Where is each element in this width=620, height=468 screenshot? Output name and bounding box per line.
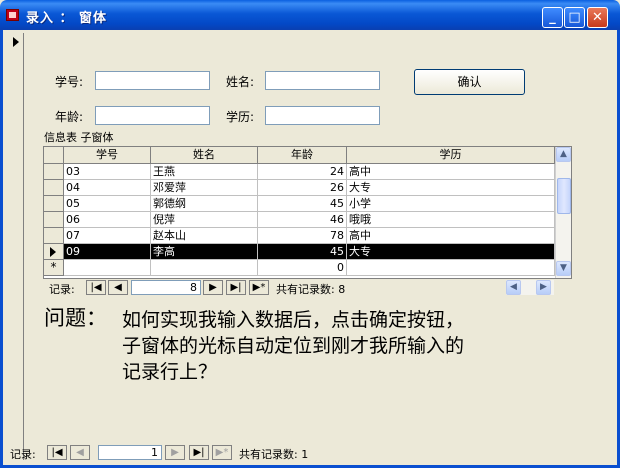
- main-previous-record-icon[interactable]: ◀: [70, 445, 90, 460]
- first-record-icon[interactable]: |◀: [86, 280, 106, 295]
- column-header-name[interactable]: 姓名: [151, 147, 258, 164]
- access-form-icon[interactable]: [6, 9, 19, 21]
- row-selector[interactable]: [44, 212, 64, 228]
- question-prefix: 问题：: [44, 306, 107, 330]
- record-selector[interactable]: [10, 33, 24, 460]
- scroll-up-icon[interactable]: ▲: [556, 147, 571, 162]
- cell-education[interactable]: 哦哦: [347, 212, 555, 228]
- new-cell-education[interactable]: [347, 260, 555, 276]
- name-label: 姓名:: [226, 75, 255, 89]
- question-body: 如何实现我输入数据后，点击确定按钮， 子窗体的光标自动定位到刚才我所输入的 记录…: [122, 307, 582, 385]
- confirm-button[interactable]: 确认: [414, 69, 525, 95]
- subform-record-number[interactable]: 8: [131, 280, 201, 295]
- subform-record-count: 共有记录数: 8: [276, 283, 346, 296]
- scroll-down-icon[interactable]: ▼: [556, 261, 571, 276]
- previous-record-icon[interactable]: ◀: [108, 280, 128, 295]
- column-header-age[interactable]: 年龄: [258, 147, 347, 164]
- row-selector[interactable]: [44, 164, 64, 180]
- cell-age[interactable]: 46: [258, 212, 347, 228]
- cell-age[interactable]: 26: [258, 180, 347, 196]
- cell-education[interactable]: 小学: [347, 196, 555, 212]
- cell-education[interactable]: 高中: [347, 164, 555, 180]
- main-new-record-icon[interactable]: ▶*: [212, 445, 232, 460]
- cell-name-selected[interactable]: 李高: [151, 244, 258, 260]
- student-id-label: 学号:: [55, 75, 84, 89]
- cell-id[interactable]: 06: [64, 212, 151, 228]
- current-record-arrow-icon: [13, 37, 19, 47]
- cell-id[interactable]: 03: [64, 164, 151, 180]
- cell-education[interactable]: 高中: [347, 228, 555, 244]
- next-record-icon[interactable]: ▶: [203, 280, 223, 295]
- main-last-record-icon[interactable]: ▶|: [189, 445, 209, 460]
- cell-id-selected[interactable]: 09: [64, 244, 151, 260]
- subform-label: 信息表 子窗体: [44, 131, 114, 144]
- cell-id[interactable]: 04: [64, 180, 151, 196]
- main-next-record-icon[interactable]: ▶: [165, 445, 185, 460]
- question-line: 如何实现我输入数据后，点击确定按钮，: [122, 309, 465, 331]
- subform-navigation-bar: 记录: |◀ ◀ 8 ▶ ▶| ▶* 共有记录数: 8 ◀ ▶: [43, 279, 572, 296]
- main-first-record-icon[interactable]: |◀: [47, 445, 67, 460]
- scroll-right-icon[interactable]: ▶: [536, 280, 551, 295]
- cell-age-selected[interactable]: 45: [258, 244, 347, 260]
- row-selector[interactable]: [44, 196, 64, 212]
- row-selector[interactable]: [44, 228, 64, 244]
- new-cell-id[interactable]: [64, 260, 151, 276]
- last-record-icon[interactable]: ▶|: [226, 280, 246, 295]
- cell-education-selected[interactable]: 大专: [347, 244, 555, 260]
- subform-horizontal-scrollbar[interactable]: ◀ ▶: [506, 280, 554, 295]
- cell-age[interactable]: 24: [258, 164, 347, 180]
- subform-vertical-scrollbar[interactable]: ▲ ▼: [555, 147, 571, 278]
- main-record-count: 共有记录数: 1: [239, 448, 309, 461]
- education-field[interactable]: [265, 106, 380, 125]
- cell-name[interactable]: 王燕: [151, 164, 258, 180]
- window-title: 录入 ： 窗体: [26, 11, 108, 26]
- minimize-button[interactable]: _: [542, 7, 563, 28]
- close-button[interactable]: ✕: [587, 7, 608, 28]
- cell-age[interactable]: 78: [258, 228, 347, 244]
- main-record-number[interactable]: 1: [98, 445, 162, 460]
- row-selector-current[interactable]: [44, 244, 64, 260]
- scroll-left-icon[interactable]: ◀: [506, 280, 521, 295]
- cell-name[interactable]: 倪萍: [151, 212, 258, 228]
- row-selector[interactable]: [44, 180, 64, 196]
- column-header-education[interactable]: 学历: [347, 147, 555, 164]
- new-cell-name[interactable]: [151, 260, 258, 276]
- cell-id[interactable]: 07: [64, 228, 151, 244]
- cell-education[interactable]: 大专: [347, 180, 555, 196]
- question-line: 子窗体的光标自动定位到刚才我所输入的: [122, 335, 465, 357]
- student-id-field[interactable]: [95, 71, 210, 90]
- header-corner: [44, 147, 64, 164]
- main-navigation-bar: 记录: |◀ ◀ 1 ▶ ▶| ▶* 共有记录数: 1: [6, 444, 326, 461]
- maximize-button[interactable]: □: [564, 7, 585, 28]
- cell-name[interactable]: 郭德纲: [151, 196, 258, 212]
- new-record-icon[interactable]: ▶*: [249, 280, 269, 295]
- current-row-arrow-icon: [50, 247, 56, 257]
- age-field[interactable]: [95, 106, 210, 125]
- cell-name[interactable]: 赵本山: [151, 228, 258, 244]
- cell-id[interactable]: 05: [64, 196, 151, 212]
- main-nav-label: 记录:: [10, 448, 36, 461]
- cell-age[interactable]: 45: [258, 196, 347, 212]
- education-label: 学历:: [226, 110, 255, 124]
- cell-name[interactable]: 邓爱萍: [151, 180, 258, 196]
- new-cell-age[interactable]: 0: [258, 260, 347, 276]
- new-record-marker[interactable]: *: [44, 260, 64, 276]
- subform-nav-label: 记录:: [49, 283, 75, 296]
- scroll-thumb[interactable]: [557, 178, 571, 214]
- question-line: 记录行上？: [122, 361, 218, 383]
- age-label: 年龄:: [55, 110, 84, 124]
- column-header-id[interactable]: 学号: [64, 147, 151, 164]
- subform-datasheet[interactable]: 学号 姓名 年龄 学历 03 王燕 24 高中 04 邓爱萍 26 大专 05 …: [43, 146, 572, 279]
- name-field[interactable]: [265, 71, 380, 90]
